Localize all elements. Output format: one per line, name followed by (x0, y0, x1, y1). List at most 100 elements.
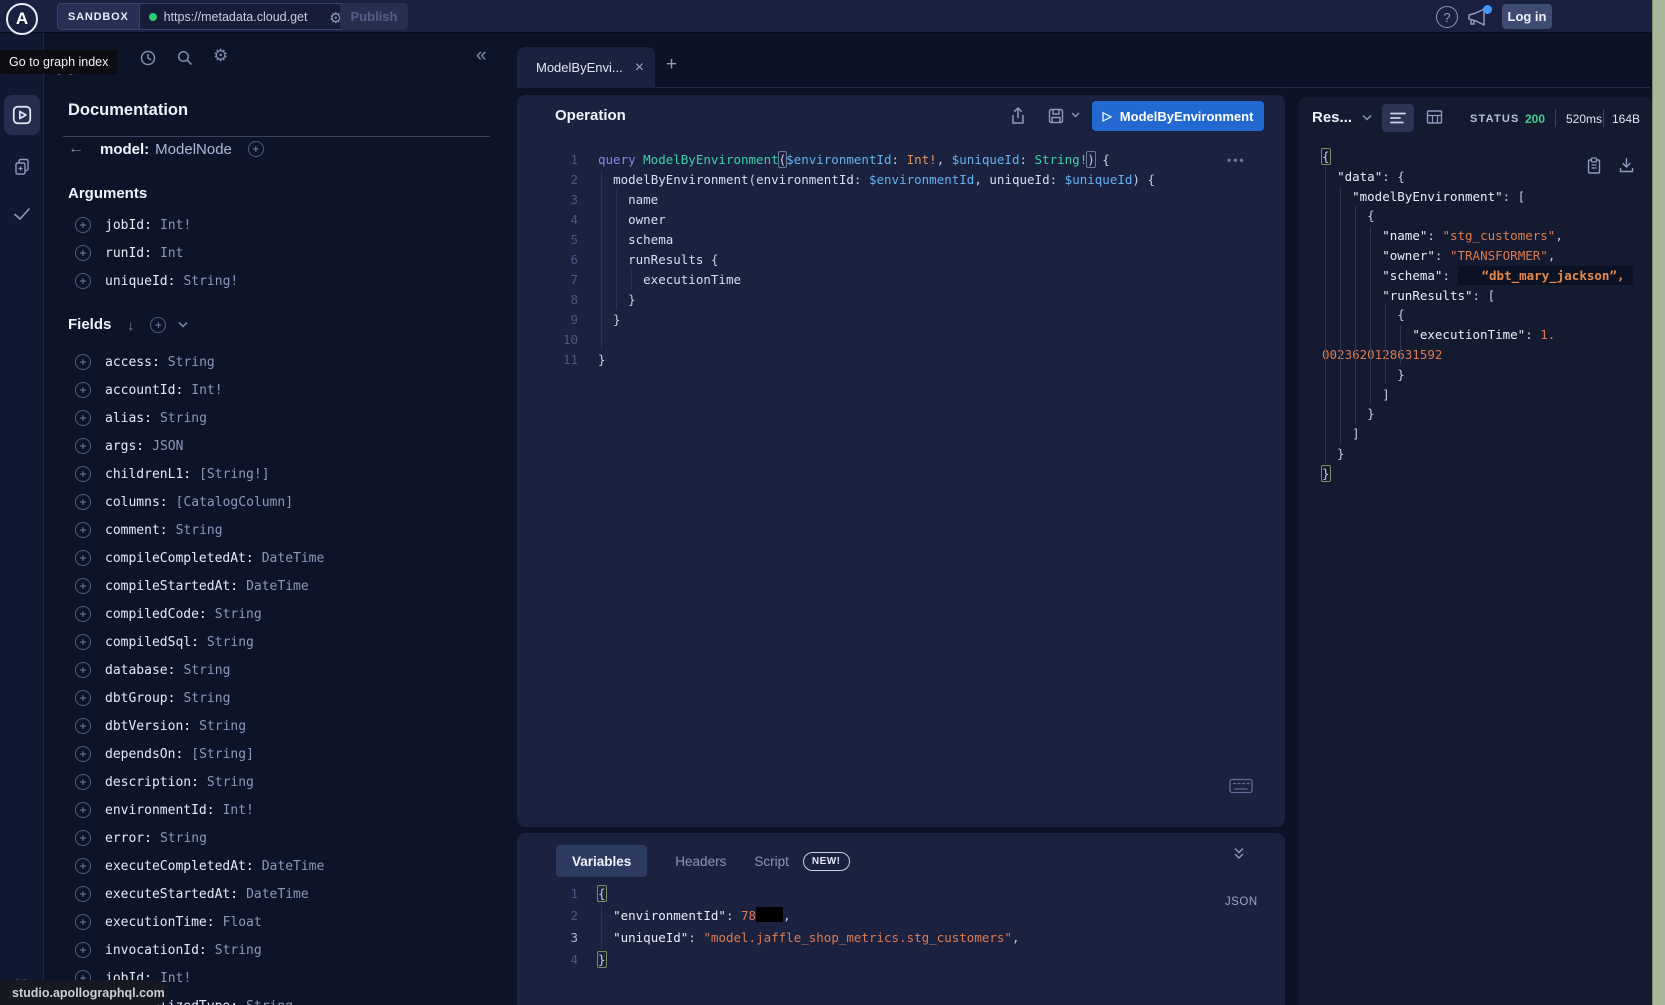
field-name[interactable]: compiledCode: (105, 607, 207, 622)
endpoint-url-input[interactable]: https://metadata.cloud.get ⚙ (140, 4, 347, 29)
field-type-link[interactable]: String! (183, 274, 238, 289)
field-name[interactable]: compileStartedAt: (105, 579, 238, 594)
add-to-query-button[interactable]: + (75, 746, 91, 762)
add-to-query-button[interactable]: + (75, 942, 91, 958)
add-to-query-button[interactable]: + (75, 830, 91, 846)
field-name[interactable]: compiledSql: (105, 635, 199, 650)
field-type-link[interactable]: String (168, 355, 215, 370)
add-to-query-button[interactable]: + (75, 217, 91, 233)
add-to-query-button[interactable]: + (75, 858, 91, 874)
field-type-link[interactable]: DateTime (246, 887, 309, 902)
field-type-link[interactable]: [String] (191, 747, 254, 762)
run-operation-button[interactable]: ▷ ModelByEnvironment (1092, 101, 1264, 131)
endpoint-url-text[interactable]: https://metadata.cloud.get (164, 10, 322, 24)
add-to-query-button[interactable]: + (75, 886, 91, 902)
field-name[interactable]: executeCompletedAt: (105, 859, 254, 874)
field-name[interactable]: database: (105, 663, 175, 678)
add-to-query-button[interactable]: + (75, 550, 91, 566)
field-type-link[interactable]: DateTime (262, 551, 325, 566)
json-view-toggle-active[interactable] (1382, 104, 1414, 132)
save-operation-icon[interactable] (1047, 106, 1065, 126)
announcements-icon[interactable] (1466, 7, 1490, 29)
add-to-query-button[interactable]: + (75, 662, 91, 678)
collapse-panel-icon[interactable]: « (476, 45, 487, 67)
field-name[interactable]: error: (105, 831, 152, 846)
field-type-link[interactable]: String (160, 831, 207, 846)
add-to-query-button[interactable]: + (75, 578, 91, 594)
field-name[interactable]: compileCompletedAt: (105, 551, 254, 566)
field-type-link[interactable]: String (215, 607, 262, 622)
field-type-link[interactable]: [String!] (199, 467, 269, 482)
field-name[interactable]: environmentId: (105, 803, 215, 818)
tab-headers[interactable]: Headers (675, 854, 726, 869)
add-to-query-button[interactable]: + (75, 382, 91, 398)
add-to-query-button[interactable]: + (75, 522, 91, 538)
close-tab-icon[interactable]: × (635, 59, 644, 77)
field-name[interactable]: columns: (105, 495, 168, 510)
publish-button[interactable]: Publish (340, 3, 408, 30)
field-type-link[interactable]: String (176, 523, 223, 538)
field-name[interactable]: args: (105, 439, 144, 454)
field-name[interactable]: dbtGroup: (105, 691, 175, 706)
add-field-button[interactable]: + (248, 141, 264, 157)
add-to-query-button[interactable]: + (75, 774, 91, 790)
add-to-query-button[interactable]: + (75, 354, 91, 370)
field-name[interactable]: executionTime: (105, 915, 215, 930)
field-name[interactable]: childrenL1: (105, 467, 191, 482)
field-type-link[interactable]: [CatalogColumn] (176, 495, 293, 510)
field-name[interactable]: executeStartedAt: (105, 887, 238, 902)
add-all-fields-button[interactable]: + (150, 317, 166, 333)
tab-script[interactable]: Script (754, 854, 789, 869)
settings-gear-icon[interactable]: ⚙ (213, 46, 228, 66)
operation-editor[interactable]: 1query ModelByEnvironment($environmentId… (517, 150, 1285, 370)
field-name[interactable]: invocationId: (105, 943, 207, 958)
field-name[interactable]: access: (105, 355, 160, 370)
field-type-link[interactable]: Float (223, 915, 262, 930)
variables-editor[interactable]: 1{2 "environmentId": 78,3 "uniqueId": "m… (517, 883, 1285, 971)
field-type-link[interactable]: String (246, 999, 293, 1005)
field-name[interactable]: description: (105, 775, 199, 790)
sort-fields-icon[interactable]: ↓ (127, 317, 134, 333)
add-to-query-button[interactable]: + (75, 802, 91, 818)
login-button[interactable]: Log in (1502, 4, 1552, 29)
chevron-down-icon[interactable] (178, 321, 188, 328)
breadcrumb-type-link[interactable]: ModelNode (155, 141, 232, 158)
field-type-link[interactable]: String (207, 635, 254, 650)
response-json-viewer[interactable]: { "data": { "modelByEnvironment": [ { "n… (1298, 147, 1652, 484)
new-tab-button[interactable]: + (666, 54, 677, 76)
field-type-link[interactable]: String (183, 663, 230, 678)
keyboard-shortcuts-icon[interactable] (1229, 778, 1253, 794)
field-type-link[interactable]: Int! (223, 803, 254, 818)
field-name[interactable]: accountId: (105, 383, 183, 398)
add-to-query-button[interactable]: + (75, 273, 91, 289)
field-name[interactable]: runId: (105, 246, 152, 261)
response-chevron-icon[interactable] (1362, 114, 1372, 121)
field-name[interactable]: comment: (105, 523, 168, 538)
field-type-link[interactable]: JSON (152, 439, 183, 454)
add-to-query-button[interactable]: + (75, 245, 91, 261)
field-type-link[interactable]: String (199, 719, 246, 734)
add-to-query-button[interactable]: + (75, 690, 91, 706)
field-type-link[interactable]: String (160, 411, 207, 426)
table-view-toggle-icon[interactable] (1426, 109, 1443, 125)
history-icon[interactable] (139, 49, 157, 67)
field-name[interactable]: uniqueId: (105, 274, 175, 289)
add-to-query-button[interactable]: + (75, 634, 91, 650)
save-options-chevron-icon[interactable] (1071, 112, 1080, 118)
sidebar-item-explorer-active[interactable] (4, 95, 40, 135)
field-type-link[interactable]: String (207, 775, 254, 790)
sidebar-item-checks[interactable] (0, 205, 44, 223)
sidebar-item-collections[interactable] (0, 157, 44, 177)
field-type-link[interactable]: DateTime (262, 859, 325, 874)
collapse-bottom-panel-icon[interactable] (1233, 847, 1245, 860)
add-to-query-button[interactable]: + (75, 410, 91, 426)
share-operation-icon[interactable] (1009, 106, 1027, 126)
field-type-link[interactable]: String (215, 943, 262, 958)
add-to-query-button[interactable]: + (75, 466, 91, 482)
field-type-link[interactable]: Int (160, 246, 183, 261)
tab-variables[interactable]: Variables (556, 845, 647, 877)
add-to-query-button[interactable]: + (75, 914, 91, 930)
field-name[interactable]: jobId: (105, 218, 152, 233)
add-to-query-button[interactable]: + (75, 438, 91, 454)
field-type-link[interactable]: String (183, 691, 230, 706)
